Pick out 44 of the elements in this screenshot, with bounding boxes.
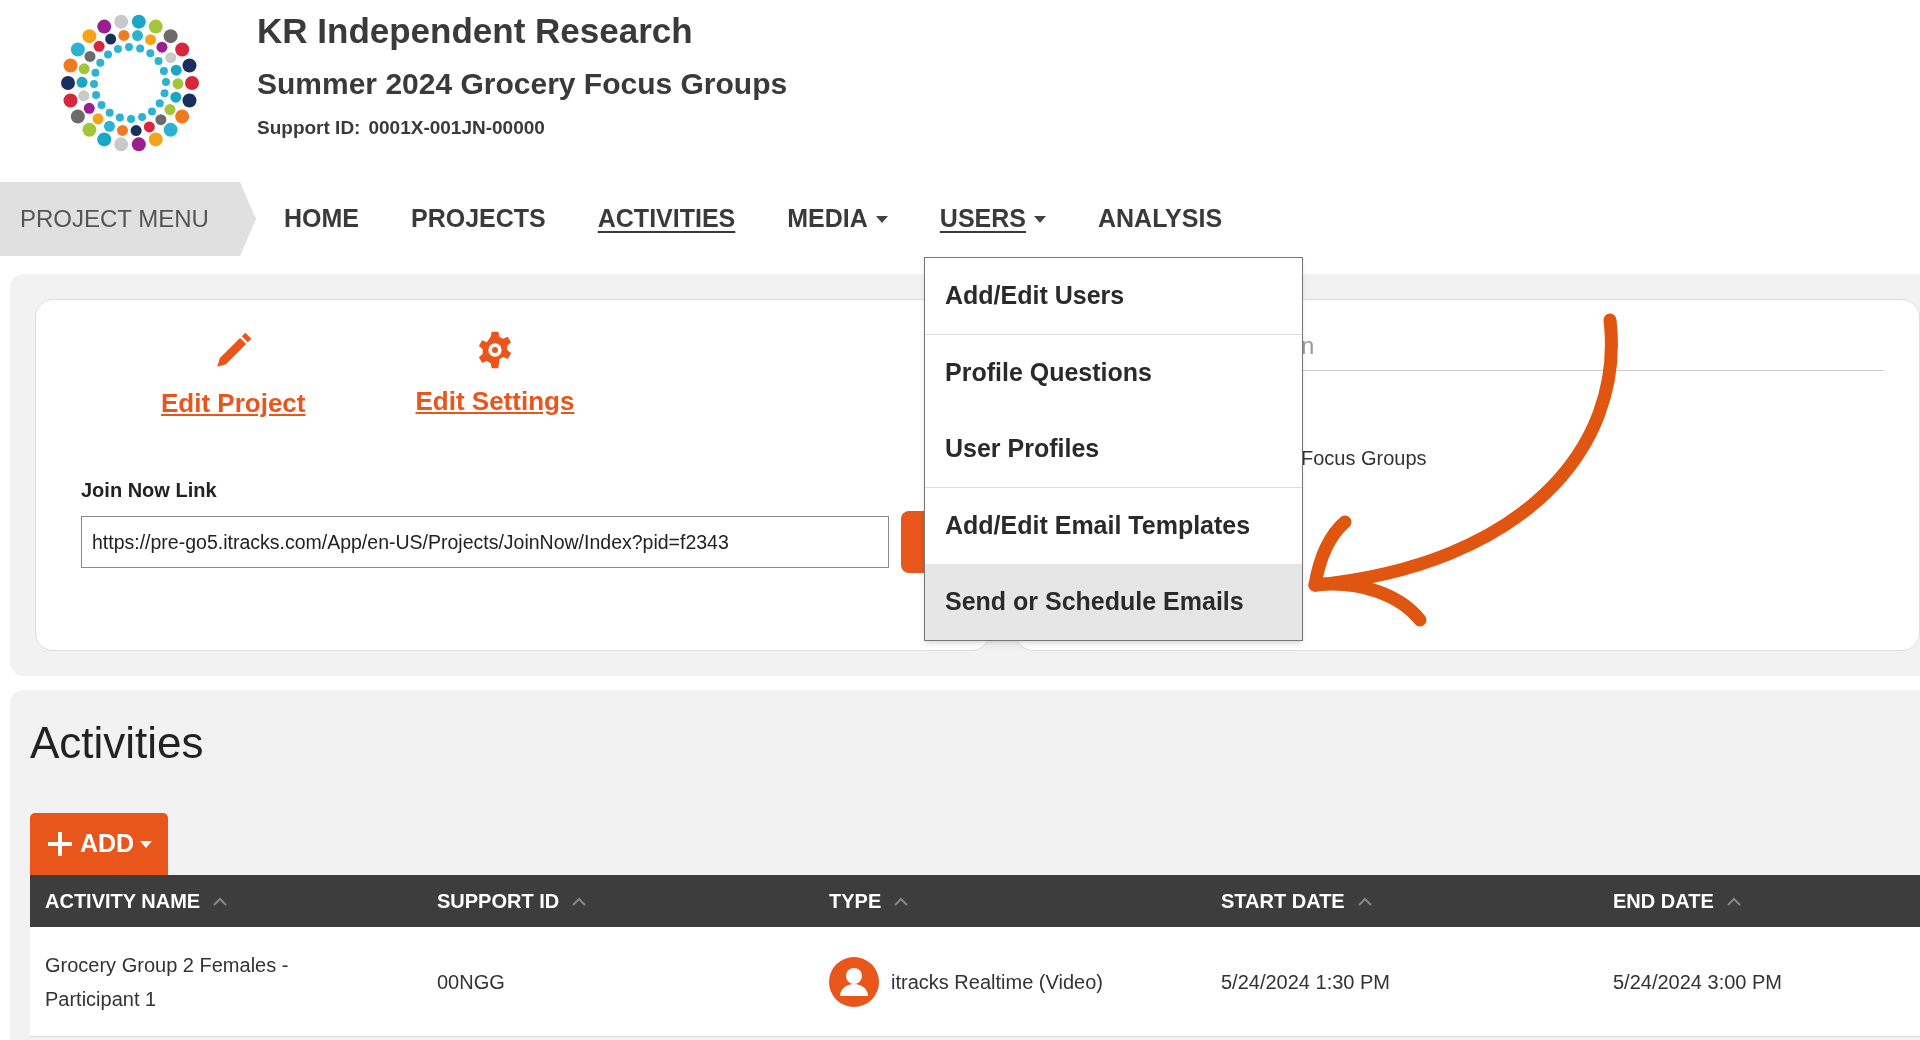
column-header[interactable]: ACTIVITY NAME: [30, 886, 422, 916]
user-avatar-icon: [829, 956, 879, 1007]
nav-link[interactable]: USERS: [939, 200, 1046, 238]
table-cell-text: 5/24/2024 3:00 PM: [1612, 969, 1783, 995]
sort-icon: [893, 896, 910, 906]
join-link-field[interactable]: https://pre-go5.itracks.com/App/en-US/Projects/JoinNow/Index?pid=f2343: [81, 516, 889, 568]
sort-icon: [571, 896, 588, 906]
sort-icon: [1725, 896, 1742, 906]
nav-link[interactable]: PROJECTS: [411, 200, 546, 238]
caret-icon: [875, 215, 888, 223]
nav-link[interactable]: HOME: [284, 200, 359, 238]
join-link-label: Join Now Link: [81, 478, 218, 503]
nav-link[interactable]: MEDIA: [787, 200, 888, 238]
menu-item[interactable]: Add/Edit Email Templates: [925, 488, 1302, 564]
table-cell-text: itracks Realtime (Video): [891, 969, 1103, 995]
table-cell-text: Grocery Group 2 Females - Participant 1: [44, 952, 290, 1012]
project-title: Summer 2024 Grocery Focus Groups: [257, 66, 788, 102]
menu-item[interactable]: Profile Questions: [925, 335, 1302, 411]
nav-link[interactable]: ACTIVITIES: [597, 200, 736, 238]
support-id-label: Support ID:: [257, 116, 361, 140]
sort-icon: [212, 896, 229, 906]
info-text: Focus Groups: [1301, 447, 1427, 469]
action-link[interactable]: Edit Project: [161, 384, 306, 423]
menu-item[interactable]: Send or Schedule Emails: [925, 564, 1302, 640]
support-id-value: 0001X-001JN-00000: [368, 116, 545, 140]
column-header[interactable]: END DATE: [1598, 886, 1920, 916]
nav-link[interactable]: ANALYSIS: [1098, 200, 1223, 238]
plus-icon: [46, 830, 74, 858]
activities-heading: Activities: [30, 717, 205, 769]
menu-item[interactable]: Add/Edit Users: [925, 258, 1302, 334]
sort-icon: [1356, 896, 1373, 906]
project-menu-tab[interactable]: PROJECT MENU: [0, 182, 256, 256]
action-link[interactable]: Edit Settings: [415, 382, 575, 421]
caret-icon: [1034, 215, 1046, 223]
company-name: KR Independent Research: [257, 10, 694, 52]
menu-item[interactable]: User Profiles: [925, 411, 1302, 487]
column-header[interactable]: TYPE: [814, 886, 1206, 916]
table-cell-text: 00NGG: [436, 969, 506, 995]
card-heading: n: [1301, 332, 1315, 359]
caret-icon: [140, 840, 153, 848]
column-header[interactable]: START DATE: [1206, 886, 1598, 916]
table-cell-text: 5/24/2024 1:30 PM: [1220, 969, 1391, 995]
add-button[interactable]: ADD: [30, 813, 169, 875]
column-header[interactable]: SUPPORT ID: [422, 886, 814, 916]
